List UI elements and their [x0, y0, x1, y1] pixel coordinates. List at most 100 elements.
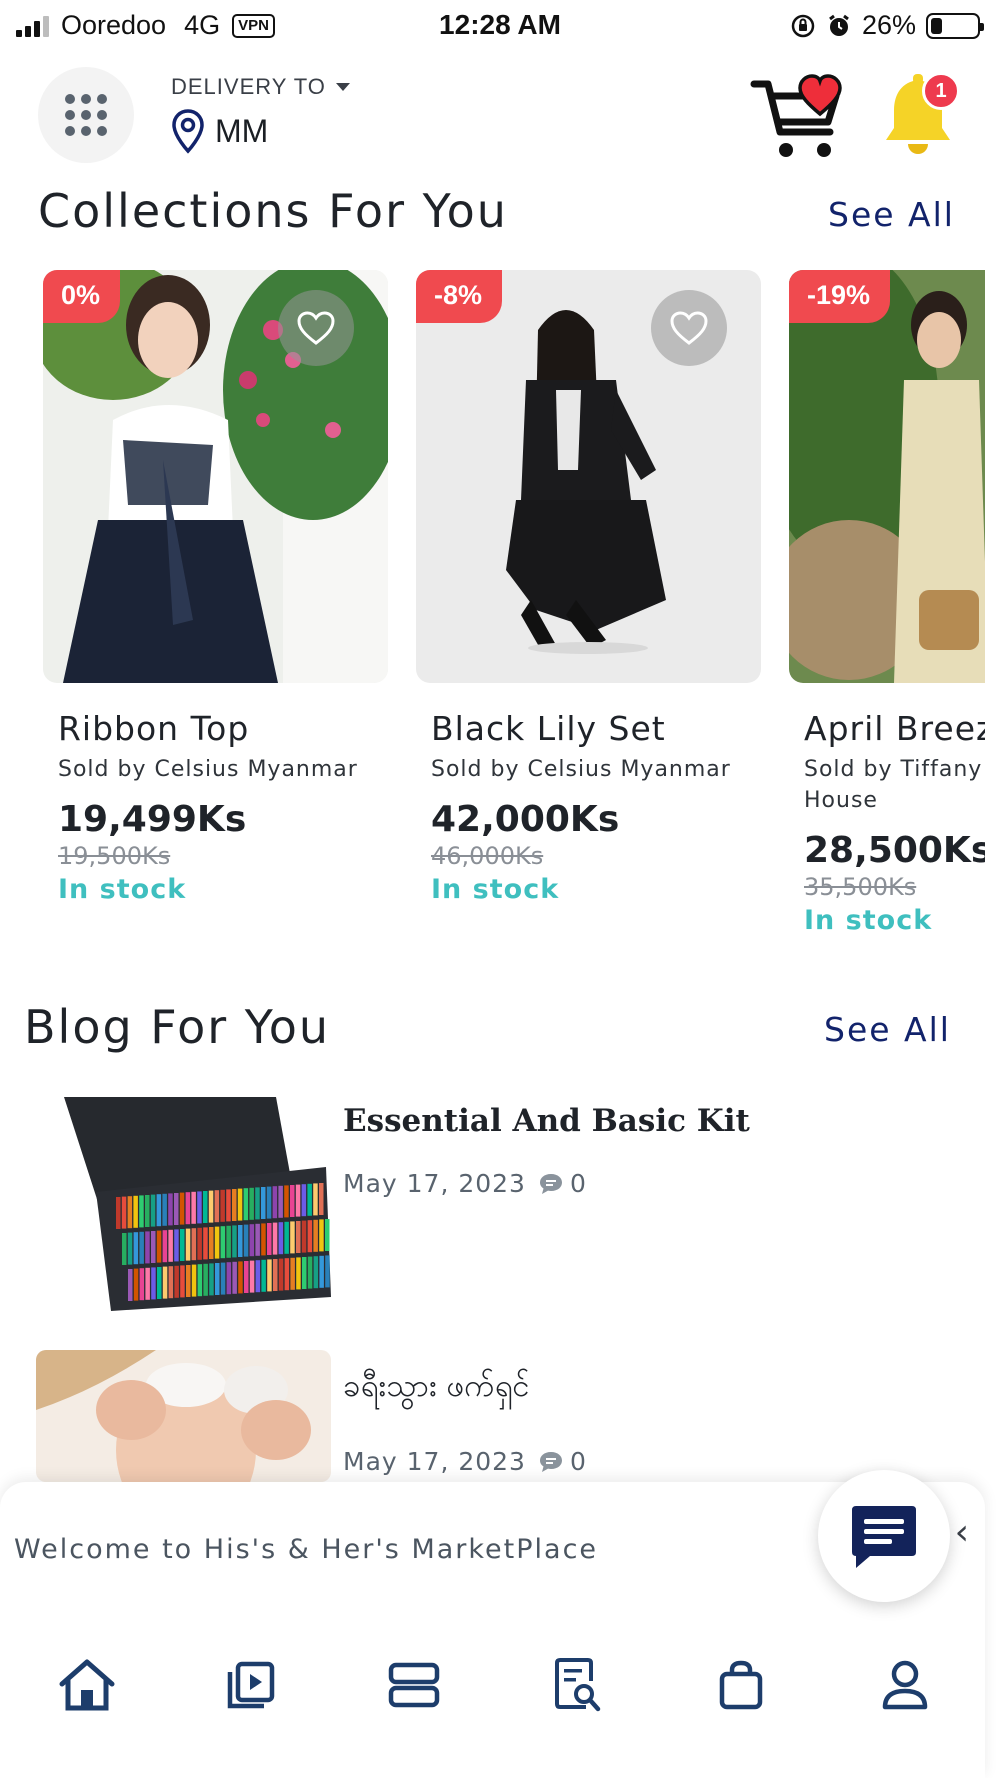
- pencil: [209, 1263, 214, 1296]
- pencil: [209, 1227, 214, 1259]
- nav-home[interactable]: [52, 1650, 122, 1720]
- product-image[interactable]: -19%: [789, 270, 985, 683]
- blog-post-meta: May 17, 2023 0: [343, 1169, 587, 1198]
- pencil: [255, 1223, 260, 1256]
- nav-cart[interactable]: [706, 1650, 776, 1720]
- pencil: [266, 1186, 272, 1219]
- pencil: [255, 1187, 260, 1220]
- pencil: [272, 1222, 278, 1255]
- pencil: [168, 1193, 173, 1226]
- blog-post[interactable]: Essential And Basic Kit May 17, 2023 0: [0, 1097, 1000, 1327]
- collections-carousel[interactable]: 0% Ribbon Top Sold by Celsius Myanmar 19…: [0, 270, 985, 970]
- comment-count-value: 0: [569, 1447, 587, 1476]
- pencil: [313, 1256, 319, 1289]
- pencil: [313, 1219, 318, 1252]
- delivery-label: DELIVERY TO: [171, 74, 326, 99]
- status-bar: Ooredoo 4G VPN 12:28 AM 26%: [0, 0, 1000, 52]
- comment-count: 0: [538, 1169, 587, 1198]
- pencil: [278, 1185, 283, 1218]
- pencil: [139, 1195, 144, 1228]
- battery-percent: 26%: [861, 10, 916, 40]
- blog-post-title[interactable]: Essential And Basic Kit: [343, 1103, 750, 1139]
- favorite-button[interactable]: [651, 290, 727, 366]
- notification-badge: 1: [922, 72, 960, 110]
- pencil: [290, 1221, 295, 1254]
- product-image[interactable]: 0%: [43, 270, 388, 683]
- product-image[interactable]: -8%: [416, 270, 761, 683]
- blog-see-all-link[interactable]: See All: [824, 1010, 951, 1049]
- pencil: [191, 1228, 197, 1261]
- blog-thumbnail[interactable]: [36, 1097, 331, 1311]
- blog-search-icon: [554, 1658, 601, 1712]
- pencil: [267, 1259, 272, 1292]
- pencil: [307, 1220, 313, 1253]
- nav-categories[interactable]: [379, 1650, 449, 1720]
- pencil: [319, 1219, 324, 1252]
- pencil: [325, 1255, 330, 1288]
- discount-badge: 0%: [43, 270, 121, 323]
- pencil: [203, 1263, 208, 1296]
- product-price: 19,499Ks: [58, 799, 247, 840]
- pencil: [145, 1231, 150, 1264]
- notifications-button[interactable]: 1: [880, 72, 966, 162]
- favorite-button[interactable]: [278, 290, 354, 366]
- nav-blog[interactable]: [543, 1650, 613, 1720]
- pencil: [255, 1260, 261, 1293]
- pencil: [284, 1258, 290, 1291]
- product-card[interactable]: -19% April Breez Sold by Tiffany House 2…: [789, 270, 985, 936]
- blog-thumbnail[interactable]: [36, 1350, 331, 1482]
- pencil: [243, 1224, 249, 1257]
- wishlist-cart-button[interactable]: [750, 70, 850, 166]
- pencil: [226, 1189, 231, 1222]
- blog-post-date: May 17, 2023: [343, 1447, 526, 1476]
- pencil: [301, 1184, 307, 1217]
- product-price: 42,000Ks: [431, 799, 620, 840]
- pencil: [273, 1259, 278, 1291]
- chat-button[interactable]: [818, 1470, 950, 1602]
- pencil: [156, 1194, 162, 1227]
- battery-icon: [926, 12, 984, 39]
- pencil: [226, 1262, 232, 1295]
- discount-badge: -19%: [789, 270, 891, 323]
- blog-title: Blog For You: [24, 1000, 331, 1054]
- orientation-lock-icon: [791, 14, 815, 37]
- collapse-panel-button[interactable]: ‹: [955, 1512, 969, 1553]
- home-icon: [59, 1659, 115, 1711]
- delivery-selector[interactable]: DELIVERY TO: [171, 74, 350, 100]
- collections-see-all-link[interactable]: See All: [828, 195, 955, 234]
- apps-menu-button[interactable]: [38, 67, 134, 163]
- pencil: [128, 1269, 133, 1301]
- pencil: [180, 1265, 185, 1298]
- pencil: [156, 1230, 162, 1263]
- pencil: [301, 1220, 307, 1253]
- pencil: [174, 1193, 179, 1225]
- pencil: [162, 1230, 168, 1263]
- location-selector[interactable]: MM: [171, 108, 268, 154]
- pencil: [237, 1188, 243, 1221]
- welcome-message: Welcome to His's & Her's MarketPlace: [14, 1534, 599, 1565]
- pencil: [278, 1222, 284, 1255]
- pencil: [261, 1259, 266, 1292]
- pencil: [319, 1183, 324, 1215]
- nav-profile[interactable]: [870, 1650, 940, 1720]
- pencil: [249, 1187, 254, 1220]
- product-name[interactable]: Black Lily Set: [431, 709, 746, 748]
- pencil: [249, 1224, 255, 1257]
- pencil: [220, 1226, 226, 1259]
- pencil: [197, 1191, 202, 1224]
- product-card[interactable]: 0% Ribbon Top Sold by Celsius Myanmar 19…: [43, 270, 388, 905]
- pencil: [197, 1264, 203, 1297]
- blog-post-title[interactable]: ခရီးသွား ဖက်ရှင်: [343, 1366, 530, 1412]
- pencil: [145, 1267, 150, 1300]
- product-name[interactable]: April Breez: [804, 709, 985, 748]
- product-name[interactable]: Ribbon Top: [58, 709, 373, 748]
- pencil: [145, 1195, 150, 1227]
- product-old-price: 35,500Ks: [804, 873, 917, 901]
- pencil: [139, 1231, 144, 1264]
- product-seller: Sold by Celsius Myanmar: [58, 757, 358, 782]
- product-card[interactable]: -8% Black Lily Set Sold by Celsius Myanm…: [416, 270, 761, 905]
- pencil: [203, 1227, 208, 1260]
- pencil: [174, 1229, 179, 1262]
- nav-videos[interactable]: [216, 1650, 286, 1720]
- cart-heart-icon: [750, 74, 842, 157]
